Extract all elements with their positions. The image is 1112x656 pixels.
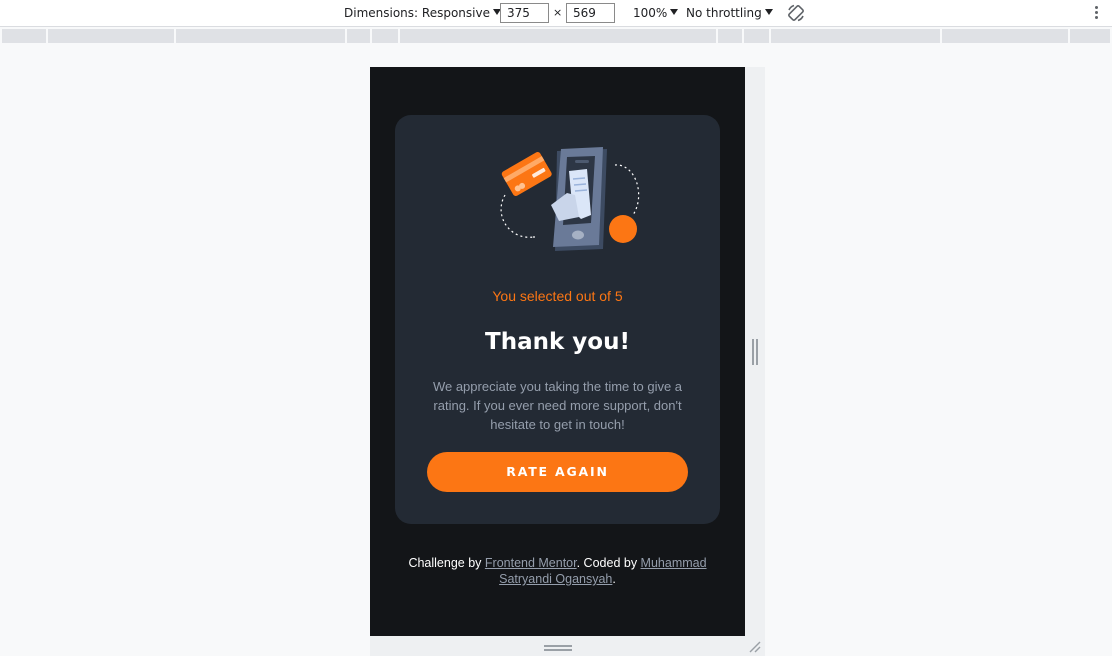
device-toolbar: Dimensions: Responsive × 100% No throttl… [0, 0, 1112, 27]
chevron-down-icon [764, 9, 773, 15]
attribution-prefix: Challenge by [408, 556, 485, 570]
height-input[interactable] [566, 3, 615, 23]
frontend-mentor-link[interactable]: Frontend Mentor [485, 556, 577, 570]
rate-again-button[interactable]: RATE AGAIN [427, 452, 688, 492]
selected-rating-text: You selected out of 5 [492, 288, 623, 304]
throttling-dropdown[interactable]: No throttling [686, 0, 773, 26]
zoom-dropdown[interactable]: 100% [633, 0, 679, 26]
resize-handle-bottom[interactable] [544, 645, 572, 651]
payment-illustration-icon [500, 147, 640, 251]
resize-handle-right[interactable] [752, 339, 758, 365]
emulated-viewport: You selected out of 5 Thank you! We appr… [370, 67, 745, 636]
attribution-middle: . Coded by [576, 556, 641, 570]
zoom-label: 100% [633, 6, 668, 20]
more-options-icon[interactable] [1090, 5, 1102, 21]
chevron-down-icon [670, 9, 679, 15]
attribution: Challenge by Frontend Mentor. Coded by M… [390, 555, 725, 587]
attribution-suffix: . [612, 572, 616, 586]
description-text: We appreciate you taking the time to giv… [432, 379, 683, 432]
dimensions-label: Dimensions: Responsive [344, 6, 490, 20]
thank-you-card: You selected out of 5 Thank you! We appr… [395, 115, 720, 524]
throttling-label: No throttling [686, 6, 762, 20]
resize-corner-icon[interactable] [748, 640, 762, 654]
width-input[interactable] [500, 3, 549, 23]
media-query-bar[interactable] [2, 29, 1110, 43]
times-symbol: × [553, 6, 563, 19]
dimensions-dropdown[interactable]: Dimensions: Responsive [344, 0, 501, 26]
page-title: Thank you! [485, 329, 630, 355]
rotate-icon[interactable] [786, 3, 806, 23]
